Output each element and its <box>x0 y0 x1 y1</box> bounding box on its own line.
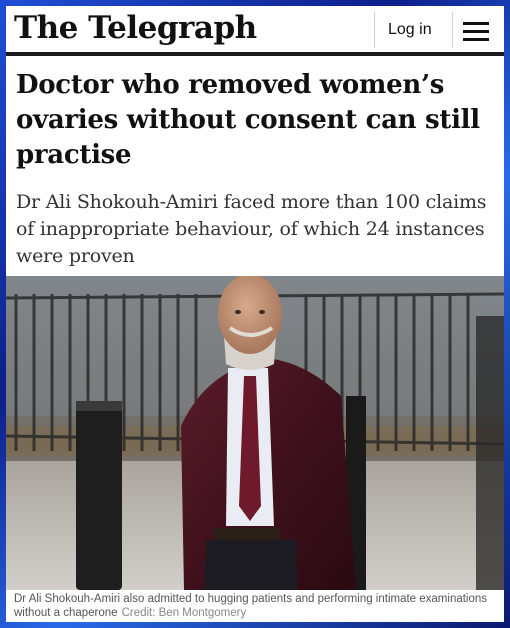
article-photo <box>6 276 504 590</box>
photo-caption: Dr Ali Shokouh-Amiri also admitted to hu… <box>6 590 504 622</box>
telegraph-logo[interactable]: The Telegraph <box>14 10 257 46</box>
masthead-divider <box>452 12 453 48</box>
masthead: The Telegraph Log in <box>6 6 504 56</box>
caption-text: Dr Ali Shokouh-Amiri also admitted to hu… <box>14 593 488 619</box>
article-standfirst: Dr Ali Shokouh-Amiri faced more than 100… <box>16 191 487 267</box>
photo-credit: Credit: Ben Montgomery <box>121 607 247 619</box>
screen-frame: The Telegraph Log in Doctor who removed … <box>0 0 510 628</box>
article-card: The Telegraph Log in Doctor who removed … <box>6 6 504 622</box>
article-headline: Doctor who removed women’s ovaries witho… <box>16 70 480 170</box>
hamburger-menu-icon[interactable] <box>463 22 489 41</box>
masthead-divider <box>374 12 375 48</box>
login-button[interactable]: Log in <box>388 21 432 39</box>
